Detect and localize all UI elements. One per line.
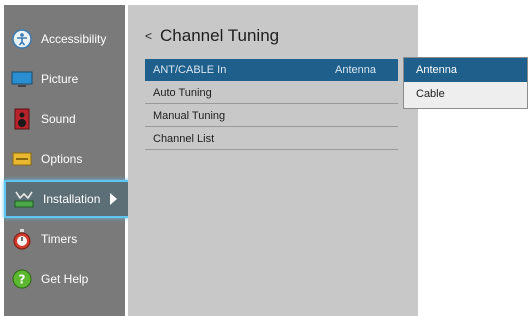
sidebar-item-picture[interactable]: Picture — [4, 60, 122, 98]
menu-row-auto-tuning[interactable]: Auto Tuning — [145, 82, 398, 104]
sidebar-item-accessibility[interactable]: Accessibility — [4, 20, 122, 58]
menu-row-label: Channel List — [153, 132, 215, 145]
accessibility-icon — [11, 28, 33, 50]
sidebar-item-label: Timers — [41, 232, 78, 246]
menu-row-label: Manual Tuning — [153, 109, 226, 122]
dropdown-option-antenna[interactable]: Antenna — [404, 58, 527, 82]
menu-row-label: Auto Tuning — [153, 86, 212, 99]
sound-icon — [11, 108, 33, 130]
menu-row-ant-cable-in[interactable]: ANT/CABLE In Antenna — [145, 59, 398, 81]
ant-cable-dropdown: Antenna Cable — [403, 57, 528, 109]
sidebar-item-label: Accessibility — [41, 32, 107, 46]
sidebar-item-label: Picture — [41, 72, 79, 86]
dropdown-option-cable[interactable]: Cable — [404, 82, 527, 106]
menu-row-channel-list[interactable]: Channel List — [145, 128, 398, 150]
sidebar-item-label: Options — [41, 152, 83, 166]
tv-settings-screen: Accessibility Picture Sound Options Inst… — [0, 0, 528, 316]
menu-row-value: Antenna — [335, 63, 376, 76]
menu-row-label: ANT/CABLE In — [153, 63, 227, 76]
menu-row-manual-tuning[interactable]: Manual Tuning — [145, 105, 398, 127]
back-icon[interactable]: < — [145, 29, 152, 43]
sidebar-item-label: Sound — [41, 112, 76, 126]
sidebar-item-label: Installation — [43, 192, 101, 206]
timers-icon — [11, 228, 33, 250]
sidebar-item-options[interactable]: Options — [4, 140, 122, 178]
chevron-right-icon — [110, 193, 118, 205]
page-title-text: Channel Tuning — [160, 26, 280, 45]
channel-tuning-panel — [128, 5, 418, 316]
sidebar-item-timers[interactable]: Timers — [4, 220, 122, 258]
get-help-icon: ? — [11, 268, 33, 290]
sidebar-item-label: Get Help — [41, 272, 89, 286]
sidebar-item-sound[interactable]: Sound — [4, 100, 122, 138]
svg-text:?: ? — [19, 273, 26, 287]
picture-icon — [11, 68, 33, 90]
page-title: < Channel Tuning — [145, 26, 279, 46]
sidebar-item-installation[interactable]: Installation — [4, 180, 130, 218]
installation-icon — [13, 188, 35, 210]
sidebar-item-get-help[interactable]: ? Get Help — [4, 260, 122, 298]
options-icon — [11, 148, 33, 170]
